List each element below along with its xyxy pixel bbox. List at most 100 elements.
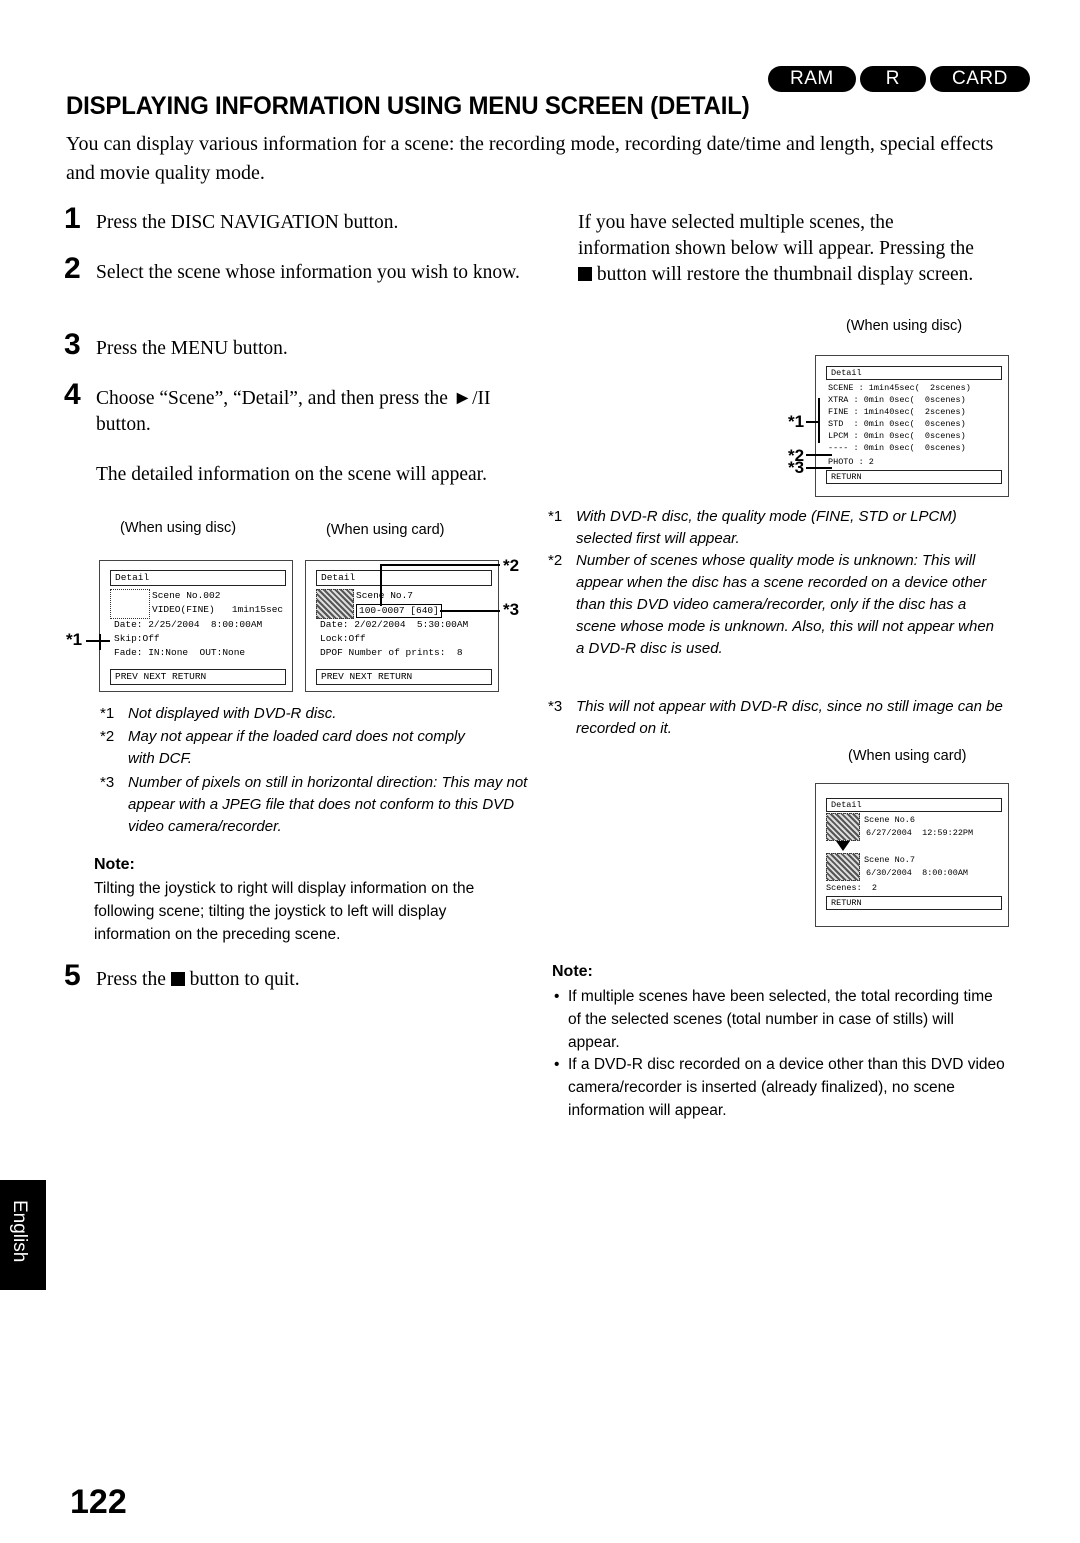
quality-fine: FINE : 1min40sec( 2scenes) (828, 407, 966, 417)
step-3: 3 Press the MENU button. (64, 330, 536, 362)
intro-paragraph: You can display various information for … (66, 133, 994, 184)
scene-a-date: 6/27/2004 12:59:22PM (866, 828, 974, 838)
media-badges: RAM R CARD (768, 66, 1030, 92)
record-date: Date: 2/02/2004 5:30:00AM (320, 619, 469, 630)
scene-b-label: Scene No.7 (864, 855, 916, 865)
multi-card-detail-screen: Detail Scene No.6 6/27/2004 12:59:22PM S… (815, 783, 1009, 927)
callout-line (440, 610, 500, 612)
caption-card-right: (When using card) (848, 748, 967, 764)
language-label: English (9, 1200, 30, 1263)
screen-bottom-bar: RETURN (826, 896, 1002, 910)
step-2: 2 Select the scene whose information you… (64, 254, 536, 286)
step-text: Press the MENU button. (96, 338, 288, 359)
screen-bottom-bar: PREV NEXT RETURN (110, 669, 286, 685)
footnote-mark: *1 (548, 508, 563, 525)
footnote-3: *3 Number of pixels on still in horizont… (100, 772, 528, 838)
quality-std: STD : 0min 0sec( 0scenes) (828, 419, 966, 429)
screen-bottom-bar: RETURN (826, 470, 1002, 484)
bullet-icon: • (554, 988, 560, 1005)
step-number: 1 (64, 202, 81, 235)
footnote-mark: *1 (100, 705, 115, 722)
callout-3: *3 (503, 600, 520, 619)
scene-b-date: 6/30/2004 8:00:00AM (866, 868, 969, 878)
step-1: 1 Press the DISC NAVIGATION button. (64, 204, 536, 236)
bullet-text: If a DVD-R disc recorded on a device oth… (568, 1056, 1005, 1119)
quality-lpcm: LPCM : 0min 0sec( 0scenes) (828, 431, 966, 441)
quality-unknown: ---- : 0min 0sec( 0scenes) (828, 443, 966, 453)
quality-length: VIDEO(FINE) 1min15sec (152, 604, 284, 615)
file-number-pixels: 100-0007 [640] (356, 604, 442, 618)
callout-3: *3 (788, 458, 805, 477)
fade-setting: Fade: IN:None OUT:None (114, 647, 246, 658)
still-thumbnail (316, 589, 354, 619)
screen-bottom-bar: PREV NEXT RETURN (316, 669, 492, 685)
note-text: Tilting the joystick to right will displ… (94, 880, 475, 943)
callout-line (818, 398, 820, 443)
lock-setting: Lock:Off (320, 633, 366, 644)
badge-r: R (859, 66, 926, 92)
callout-line (380, 564, 382, 606)
step-text-before: Press the (96, 969, 166, 990)
callout-1: *1 (788, 412, 805, 431)
stop-button-icon (578, 267, 592, 281)
note-bullet-2: • If a DVD-R disc recorded on a device o… (554, 1053, 1008, 1122)
callout-line (806, 421, 818, 423)
screen-title-bar: Detail (826, 798, 1002, 812)
footnote-2: *2 May not appear if the loaded card doe… (100, 726, 488, 770)
callout-line (806, 454, 832, 456)
stop-button-icon (170, 972, 185, 986)
footnote-mark: *2 (548, 552, 563, 569)
language-tab: English (0, 1180, 46, 1290)
footnote-1: *1 Not displayed with DVD-R disc. (100, 703, 528, 725)
note-heading-right: Note: (552, 963, 593, 980)
step-text: Choose “Scene”, “Detail”, and then press… (96, 388, 491, 435)
scenes-count: Scenes: 2 (826, 883, 878, 893)
caption-card: (When using card) (326, 522, 445, 538)
bullet-text: If multiple scenes have been selected, t… (568, 988, 993, 1051)
scene-number: Scene No.7 (356, 590, 414, 601)
scene-a-label: Scene No.6 (864, 815, 916, 825)
scene-thumbnail (110, 589, 150, 619)
scene-a-thumbnail (826, 813, 860, 841)
footnote-1-right: *1 With DVD-R disc, the quality mode (FI… (548, 506, 1006, 550)
step-number: 4 (64, 378, 81, 411)
screen-title-bar: Detail (316, 570, 492, 586)
multi-scene-intro: If you have selected multiple scenes, th… (578, 210, 978, 288)
page-title: DISPLAYING INFORMATION USING MENU SCREEN… (66, 92, 750, 120)
footnote-text: Number of pixels on still in horizontal … (128, 774, 528, 835)
caption-disc-right: (When using disc) (846, 318, 963, 334)
badge-ram: RAM (768, 66, 856, 92)
callout-2: *2 (503, 556, 520, 575)
footnote-mark: *3 (100, 774, 115, 791)
caption-disc: (When using disc) (120, 520, 237, 536)
intro-text-before: If you have selected multiple scenes, th… (578, 212, 974, 259)
callout-line (380, 564, 500, 566)
footnote-text: Number of scenes whose quality mode is u… (576, 552, 995, 657)
note-bullet-1: • If multiple scenes have been selected,… (554, 985, 1008, 1054)
record-date: Date: 2/25/2004 8:00:00AM (114, 619, 263, 630)
footnote-text: With DVD-R disc, the quality mode (FINE,… (576, 508, 957, 547)
quality-xtra: XTRA : 0min 0sec( 0scenes) (828, 395, 966, 405)
step-text: Select the scene whose information you w… (96, 262, 520, 283)
step-text-after: button to quit. (189, 969, 300, 990)
step-4-result: The detailed information on the scene wi… (96, 464, 487, 485)
footnote-text: This will not appear with DVD-R disc, si… (576, 698, 1003, 737)
footnote-mark: *3 (548, 698, 563, 715)
screen-title-bar: Detail (110, 570, 286, 586)
dpof-prints: DPOF Number of prints: 8 (320, 647, 463, 658)
page-number: 122 (70, 1483, 127, 1521)
screen-title-bar: Detail (826, 366, 1002, 380)
note-heading: Note: (94, 856, 135, 873)
card-detail-screen: Detail Scene No.7 100-0007 [640] Date: 2… (305, 560, 499, 692)
callout-line (806, 467, 832, 469)
footnote-2-right: *2 Number of scenes whose quality mode i… (548, 550, 1006, 660)
step-number: 3 (64, 328, 81, 361)
intro-text-after: button will restore the thumbnail displa… (596, 264, 974, 285)
footnote-text: May not appear if the loaded card does n… (128, 728, 465, 767)
step-number: 5 (64, 959, 81, 992)
skip-setting: Skip:Off (114, 633, 160, 644)
badge-card: CARD (929, 66, 1030, 92)
disc-detail-screen: Detail Scene No.002 VIDEO(FINE) 1min15se… (99, 560, 293, 692)
footnote-text: Not displayed with DVD-R disc. (128, 705, 337, 722)
footnote-mark: *2 (100, 728, 115, 745)
